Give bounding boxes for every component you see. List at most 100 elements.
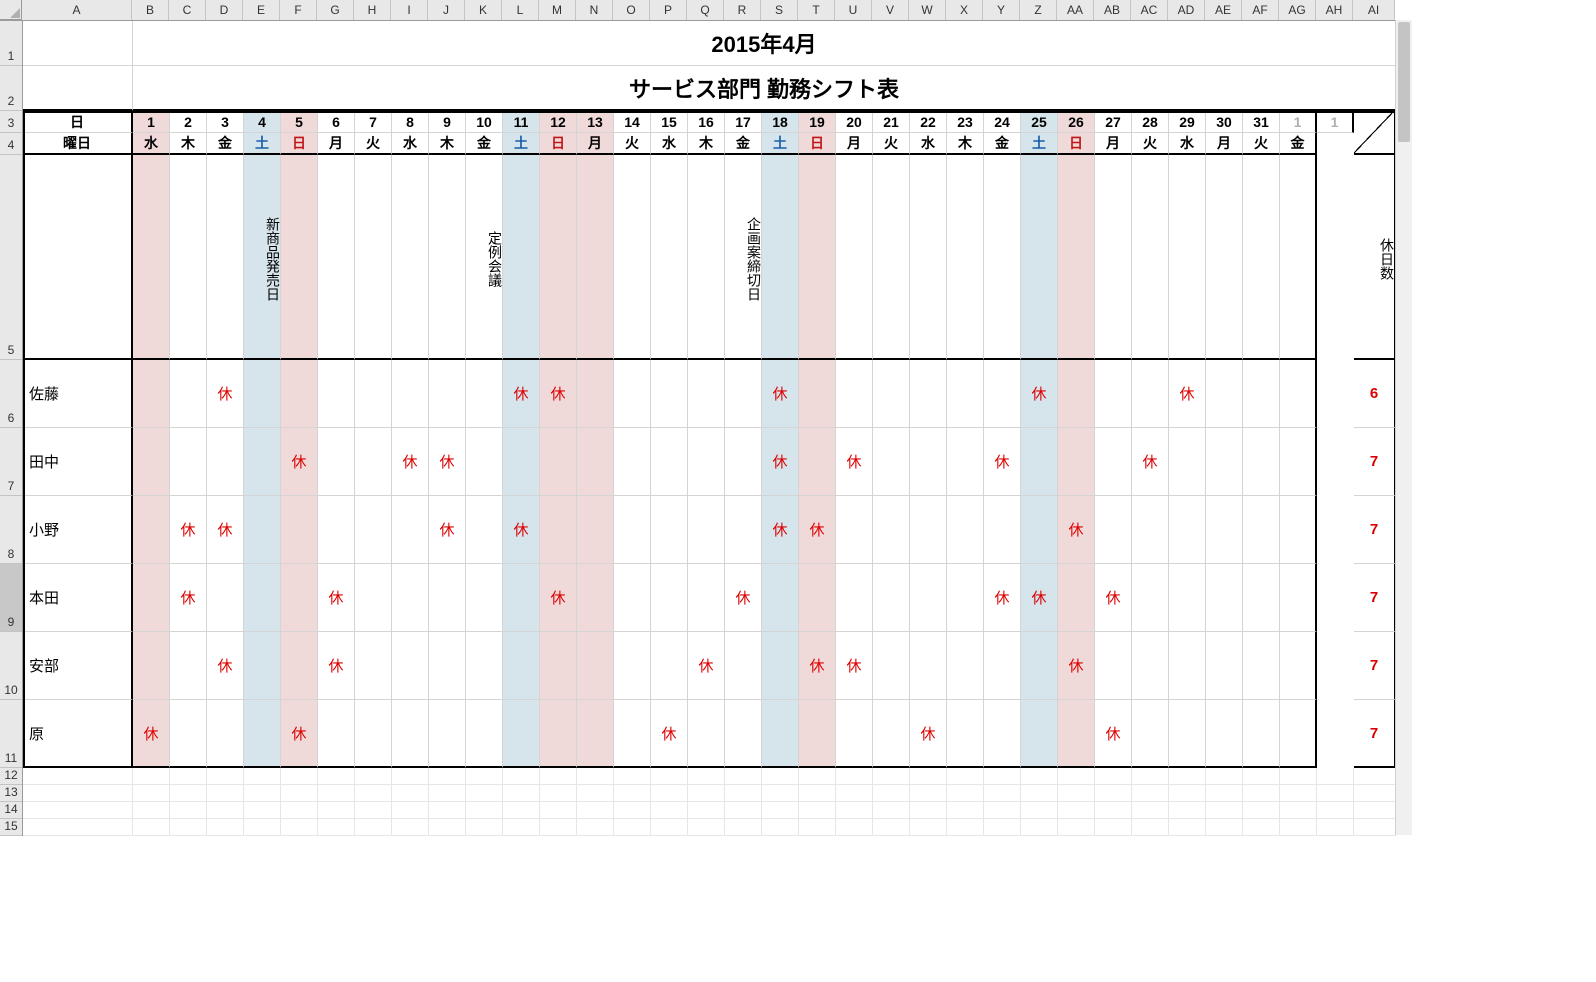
shift-3-14[interactable] (614, 564, 651, 632)
cell-R14[interactable] (725, 802, 762, 819)
day-15[interactable]: 15 (651, 111, 688, 133)
cell-]13[interactable] (1132, 785, 1169, 802)
weekday-28[interactable]: 火 (1132, 133, 1169, 155)
shift-5-13[interactable] (577, 700, 614, 768)
weekday-10[interactable]: 金 (466, 133, 503, 155)
shift-3-30[interactable] (1206, 564, 1243, 632)
shift-3-29[interactable] (1169, 564, 1206, 632)
cell-O14[interactable] (614, 802, 651, 819)
shift-4-3[interactable]: 休 (207, 632, 244, 700)
shift-5-1[interactable]: 休 (133, 700, 170, 768)
row-header-8[interactable]: 8 (0, 496, 22, 564)
cell-H13[interactable] (355, 785, 392, 802)
col-header-H[interactable]: H (354, 0, 391, 20)
day-22[interactable]: 22 (910, 111, 947, 133)
cell-B15[interactable] (133, 819, 170, 836)
day-25[interactable]: 25 (1021, 111, 1058, 133)
shift-0-16[interactable] (688, 360, 725, 428)
note-empty-25[interactable] (1021, 155, 1058, 360)
cell-_13[interactable] (1206, 785, 1243, 802)
weekday-16[interactable]: 木 (688, 133, 725, 155)
row-header-3[interactable]: 3 (0, 111, 22, 133)
day-31[interactable]: 31 (1243, 111, 1280, 133)
cell-A13[interactable] (23, 785, 133, 802)
weekday-14[interactable]: 火 (614, 133, 651, 155)
note-17[interactable]: 企画案締切日 (725, 155, 762, 360)
shift-3-1[interactable] (133, 564, 170, 632)
shift-3-3[interactable] (207, 564, 244, 632)
shift-5-27[interactable]: 休 (1095, 700, 1132, 768)
cell-]12[interactable] (1132, 768, 1169, 785)
col-header-E[interactable]: E (243, 0, 280, 20)
shift-4-1[interactable] (133, 632, 170, 700)
cell-B14[interactable] (133, 802, 170, 819)
shift-0-5[interactable] (281, 360, 318, 428)
shift-3-22[interactable] (910, 564, 947, 632)
shift-3-15[interactable] (651, 564, 688, 632)
shift-3-20[interactable] (836, 564, 873, 632)
shift-5-11[interactable] (503, 700, 540, 768)
shift-4-29[interactable] (1169, 632, 1206, 700)
shift-5-5[interactable]: 休 (281, 700, 318, 768)
cell-L12[interactable] (503, 768, 540, 785)
col-header-I[interactable]: I (391, 0, 428, 20)
day-10[interactable]: 10 (466, 111, 503, 133)
cell-J14[interactable] (429, 802, 466, 819)
cell-M13[interactable] (540, 785, 577, 802)
row-header-2[interactable]: 2 (0, 66, 22, 111)
shift-1-9[interactable]: 休 (429, 428, 466, 496)
cell-T15[interactable] (799, 819, 836, 836)
shift-3-26[interactable] (1058, 564, 1095, 632)
shift-1-1[interactable] (133, 428, 170, 496)
cell-a12[interactable] (1280, 768, 1317, 785)
shift-5-10[interactable] (466, 700, 503, 768)
shift-1-21[interactable] (873, 428, 910, 496)
cell-\13[interactable] (1095, 785, 1132, 802)
shift-2-9[interactable]: 休 (429, 496, 466, 564)
staff-name-1[interactable]: 田中 (23, 428, 133, 496)
cell-F13[interactable] (281, 785, 318, 802)
shift-5-30[interactable] (1206, 700, 1243, 768)
note-empty-22[interactable] (910, 155, 947, 360)
note-empty-29[interactable] (1169, 155, 1206, 360)
cell-D12[interactable] (207, 768, 244, 785)
shift-5-14[interactable] (614, 700, 651, 768)
cell-M14[interactable] (540, 802, 577, 819)
cell-L15[interactable] (503, 819, 540, 836)
shift-4-13[interactable] (577, 632, 614, 700)
shift-2-11[interactable]: 休 (503, 496, 540, 564)
row-header-7[interactable]: 7 (0, 428, 22, 496)
cell-Z12[interactable] (1021, 768, 1058, 785)
cell-N13[interactable] (577, 785, 614, 802)
day-8[interactable]: 8 (392, 111, 429, 133)
shift-5-4[interactable] (244, 700, 281, 768)
weekday-19[interactable]: 日 (799, 133, 836, 155)
day-2[interactable]: 2 (170, 111, 207, 133)
weekday-12[interactable]: 日 (540, 133, 577, 155)
shift-4-4[interactable] (244, 632, 281, 700)
shift-0-28[interactable] (1132, 360, 1169, 428)
shift-5-19[interactable] (799, 700, 836, 768)
weekday-21[interactable]: 火 (873, 133, 910, 155)
note-empty-13[interactable] (577, 155, 614, 360)
note-empty-2[interactable] (170, 155, 207, 360)
col-header-AG[interactable]: AG (1279, 0, 1316, 20)
note-empty-8[interactable] (392, 155, 429, 360)
note-empty-6[interactable] (318, 155, 355, 360)
cell-X13[interactable] (947, 785, 984, 802)
cell-[15[interactable] (1058, 819, 1095, 836)
weekday-8[interactable]: 水 (392, 133, 429, 155)
weekday-3[interactable]: 金 (207, 133, 244, 155)
cell-^13[interactable] (1169, 785, 1206, 802)
cell-Q12[interactable] (688, 768, 725, 785)
cell-T12[interactable] (799, 768, 836, 785)
cell-D15[interactable] (207, 819, 244, 836)
shift-3-5[interactable] (281, 564, 318, 632)
cell-b13[interactable] (1317, 785, 1354, 802)
shift-1-6[interactable] (318, 428, 355, 496)
shift-3-9[interactable] (429, 564, 466, 632)
shift-4-31[interactable] (1243, 632, 1280, 700)
cell-A1[interactable] (23, 21, 133, 66)
shift-3-7[interactable] (355, 564, 392, 632)
shift-2-4[interactable] (244, 496, 281, 564)
